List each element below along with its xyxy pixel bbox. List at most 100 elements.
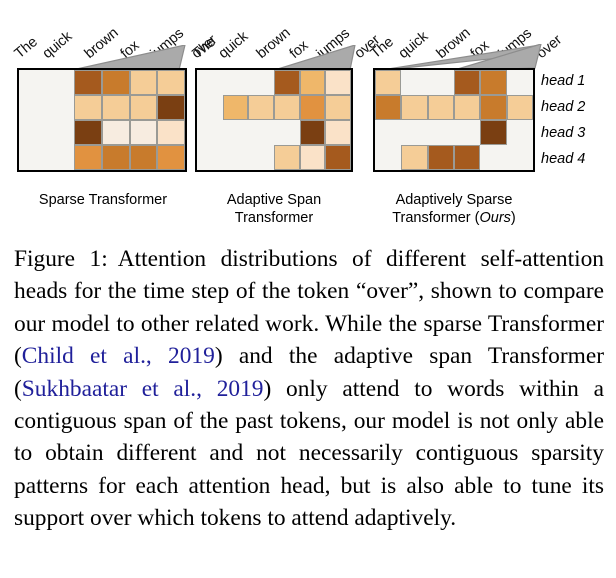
heatmap-cell — [19, 120, 47, 145]
heatmap-cell — [46, 95, 75, 120]
heatmap-cell — [129, 145, 158, 170]
token-label: quick — [39, 28, 76, 63]
panel-caption-line: Sparse Transformer — [38, 192, 168, 208]
panel-caption-line-2: Transformer (Ours) — [370, 210, 538, 228]
heatmap-cell — [222, 120, 249, 145]
figure-caption: Figure 1: Attention distributions of diff… — [14, 243, 604, 535]
heatmap-cell — [480, 95, 507, 120]
citation-child-2019[interactable]: Child et al., 2019 — [22, 343, 215, 369]
heatmap-cell — [222, 145, 249, 170]
panel-caption-emphasis: Ours — [479, 209, 511, 226]
heatmap-cell — [299, 120, 326, 145]
heatmap-cell — [74, 145, 102, 170]
heatmap-cell — [129, 95, 158, 120]
token-label: over — [533, 32, 566, 62]
panel-caption-line: Adaptively Sparse — [395, 192, 513, 208]
token-label: fox — [117, 37, 143, 62]
heatmap-cell — [101, 70, 130, 95]
panel-caption-1: Sparse Transformer — [8, 192, 198, 210]
heatmap-cell — [197, 95, 223, 120]
panel-caption-line: Adaptive Span — [226, 192, 322, 208]
heatmap-cell — [273, 145, 300, 170]
heatmap-cell — [325, 95, 351, 120]
heatmap-cell — [101, 95, 130, 120]
token-label: fox — [286, 37, 312, 62]
token-label: jumps — [495, 25, 535, 62]
panel-caption-line: Transformer — [234, 209, 314, 226]
heatmap-cell — [375, 70, 402, 95]
heatmap-cell — [248, 70, 274, 95]
heatmap-cell — [197, 70, 223, 95]
heatmap-cell — [129, 70, 158, 95]
heatmap-cell — [222, 70, 249, 95]
token-label: The — [189, 34, 219, 62]
heatmap-cell — [248, 145, 274, 170]
heatmap-cell — [101, 145, 130, 170]
heatmap-cell — [101, 120, 130, 145]
heatmap-cell — [454, 70, 481, 95]
heatmap-cell — [325, 145, 351, 170]
heatmap-cell — [197, 145, 223, 170]
heatmap-cell — [46, 70, 75, 95]
heatmap-cell — [454, 95, 481, 120]
heatmap-cell — [480, 70, 507, 95]
heatmap-cell — [506, 120, 533, 145]
heatmap-cell — [506, 95, 533, 120]
heatmap-cell — [46, 120, 75, 145]
heatmap-cell — [480, 145, 507, 170]
heatmap-cell — [19, 95, 47, 120]
heatmap-cell — [129, 120, 158, 145]
heatmap-cell — [506, 70, 533, 95]
heatmap-cell — [222, 95, 249, 120]
head-label: head 2 — [541, 98, 586, 115]
heatmap-cell — [299, 95, 326, 120]
heatmap-cell — [19, 70, 47, 95]
heatmap-cell — [273, 120, 300, 145]
panel-caption-line-2-tail: ) — [510, 209, 516, 226]
heatmap-cell — [427, 70, 454, 95]
panel-adaptively-sparse-transformer — [373, 68, 535, 172]
heatmap-cell — [197, 120, 223, 145]
heatmap-cell — [299, 145, 326, 170]
heatmap-cell — [19, 145, 47, 170]
head-label: head 1 — [541, 72, 586, 89]
token-labels-panel-3: The quick brown fox jumps over — [368, 0, 565, 63]
head-row-labels: head 1 head 2 head 3 head 4 — [541, 68, 616, 172]
heatmap-cell — [427, 95, 454, 120]
token-label: quick — [395, 28, 432, 63]
token-label: brown — [81, 24, 122, 63]
heatmap-cell — [480, 120, 507, 145]
figure-caption-label: Figure 1: — [14, 246, 108, 272]
heatmap-cell — [46, 145, 75, 170]
panel-caption-2: Adaptive Span Transformer — [195, 192, 353, 227]
token-label: jumps — [313, 25, 353, 62]
heatmap-cell — [427, 145, 454, 170]
heatmap-cell — [74, 120, 102, 145]
heatmap-cell — [157, 70, 185, 95]
heatmap-cell — [325, 70, 351, 95]
token-label: brown — [433, 24, 474, 63]
heatmap-cell — [273, 95, 300, 120]
heatmap-cell — [157, 95, 185, 120]
head-label: head 4 — [541, 150, 586, 167]
panel-sparse-transformer — [17, 68, 187, 172]
citation-sukhbaatar-2019[interactable]: Sukhbaatar et al., 2019 — [22, 376, 264, 402]
heatmap-cell — [325, 120, 351, 145]
token-label: The — [11, 34, 41, 62]
heatmap-cell — [157, 120, 185, 145]
heatmap-cell — [375, 145, 402, 170]
heatmap-cell — [506, 145, 533, 170]
token-label: fox — [467, 37, 493, 62]
panel-adaptive-span-transformer — [195, 68, 353, 172]
heatmap-cell — [248, 95, 274, 120]
heatmap-cell — [401, 70, 428, 95]
token-label: brown — [253, 24, 294, 63]
heatmap-cell — [375, 120, 402, 145]
token-label: quick — [215, 28, 252, 63]
token-labels-panel-2: The quick brown fox jumps over — [190, 0, 383, 63]
heatmap-cell — [375, 95, 402, 120]
token-label: jumps — [147, 25, 187, 62]
heatmap-cell — [248, 120, 274, 145]
heatmap-cell — [299, 70, 326, 95]
panel-caption-line-2-head: Transformer ( — [392, 209, 480, 226]
